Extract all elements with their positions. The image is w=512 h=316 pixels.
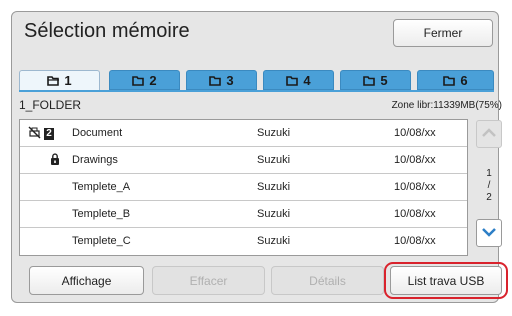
folder-icon <box>443 75 456 86</box>
tab-folder-4[interactable]: 4 <box>263 70 334 90</box>
list-item[interactable]: Drawings Suzuki 10/08/xx <box>20 147 467 174</box>
folder-open-icon <box>47 76 60 86</box>
file-name: Templete_A <box>72 181 131 193</box>
file-name: Drawings <box>72 154 118 166</box>
tab-folder-3[interactable]: 3 <box>186 70 257 90</box>
page-title: Sélection mémoire <box>24 20 190 42</box>
file-name: Templete_C <box>72 235 131 247</box>
folder-icon <box>286 75 299 86</box>
page-separator: / <box>487 180 491 191</box>
file-date: 10/08/xx <box>394 154 436 166</box>
tab-divider <box>19 90 494 92</box>
list-item[interactable]: Templete_B Suzuki 10/08/xx <box>20 201 467 228</box>
list-item[interactable]: 2 Document Suzuki 10/08/xx <box>20 120 467 147</box>
chevron-down-icon <box>481 224 497 242</box>
number-badge-icon: 2 <box>44 128 54 140</box>
list-item[interactable]: Templete_C Suzuki 10/08/xx <box>20 228 467 255</box>
file-date: 10/08/xx <box>394 127 436 139</box>
erase-button[interactable]: Effacer <box>152 266 265 295</box>
file-owner: Suzuki <box>257 235 291 247</box>
file-owner: Suzuki <box>257 154 291 166</box>
tab-label: 4 <box>303 72 311 88</box>
file-date: 10/08/xx <box>394 208 436 220</box>
folder-icon <box>209 75 222 86</box>
list-item[interactable]: Templete_A Suzuki 10/08/xx <box>20 174 467 201</box>
tab-folder-1[interactable]: 1 <box>19 70 100 90</box>
close-button[interactable]: Fermer <box>393 19 493 47</box>
file-owner: Suzuki <box>257 208 291 220</box>
tab-label: 2 <box>149 72 157 88</box>
highlight-outline <box>384 262 508 299</box>
tab-label: 6 <box>460 72 468 88</box>
tab-label: 3 <box>226 72 234 88</box>
details-button[interactable]: Détails <box>271 266 384 295</box>
no-print-icon <box>28 126 41 142</box>
tab-folder-2[interactable]: 2 <box>109 70 180 90</box>
file-name: Templete_B <box>72 208 131 220</box>
lock-icon <box>50 153 60 169</box>
file-date: 10/08/xx <box>394 235 436 247</box>
scroll-up-button[interactable] <box>476 120 502 148</box>
file-owner: Suzuki <box>257 127 291 139</box>
folder-icon <box>363 75 376 86</box>
chevron-up-icon <box>481 125 497 143</box>
page-indicator: 1 / 2 <box>482 168 496 204</box>
tab-label: 5 <box>380 72 388 88</box>
file-owner: Suzuki <box>257 181 291 193</box>
display-button[interactable]: Affichage <box>29 266 144 295</box>
tab-folder-5[interactable]: 5 <box>340 70 411 90</box>
file-list: 2 Document Suzuki 10/08/xx Drawings Suzu… <box>19 119 468 256</box>
current-page: 1 <box>486 168 492 179</box>
file-name: Document <box>72 127 123 139</box>
free-space-indicator: Zone libr:11339MB(75%) <box>391 100 502 111</box>
folder-name: 1_FOLDER <box>19 98 82 112</box>
file-date: 10/08/xx <box>394 181 436 193</box>
tab-label: 1 <box>64 73 72 88</box>
scroll-down-button[interactable] <box>476 219 502 247</box>
total-pages: 2 <box>486 192 492 203</box>
tab-folder-6[interactable]: 6 <box>417 70 494 90</box>
folder-icon <box>132 75 145 86</box>
